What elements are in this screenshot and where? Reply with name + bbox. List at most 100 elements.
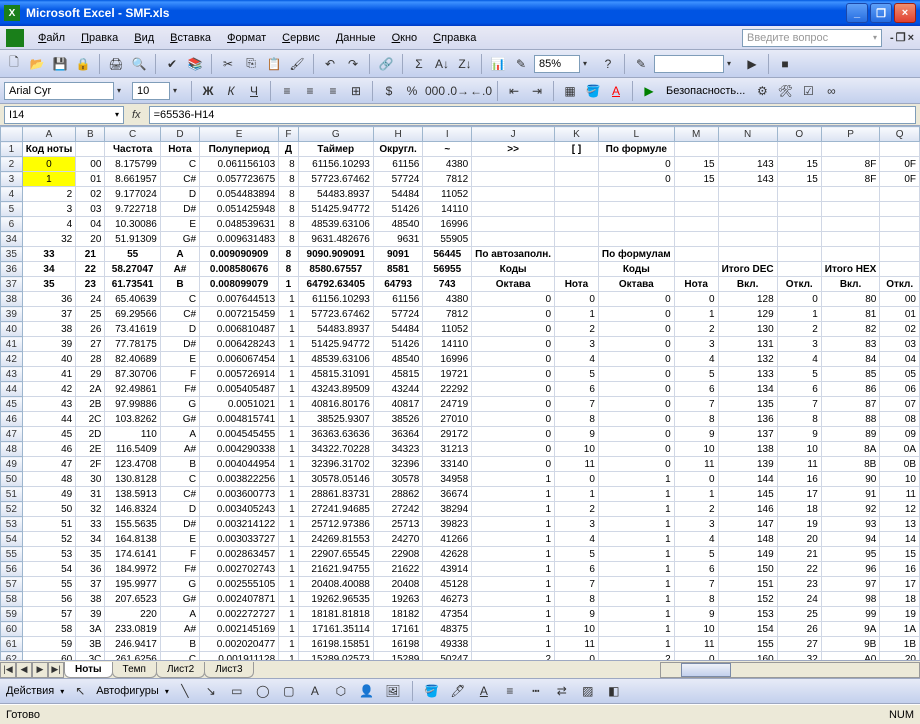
cell[interactable]: 0.061156103: [200, 157, 279, 172]
cell[interactable]: 8: [279, 172, 299, 187]
cell[interactable]: 5: [555, 367, 599, 382]
cell[interactable]: 9: [674, 427, 718, 442]
cell[interactable]: G#: [160, 232, 199, 247]
macro-input[interactable]: [654, 55, 724, 73]
rectangle-icon[interactable]: ▭: [227, 681, 247, 701]
cell[interactable]: 0: [598, 322, 674, 337]
cell[interactable]: 0.054483894: [200, 187, 279, 202]
cell[interactable]: [555, 247, 599, 262]
cell[interactable]: [598, 232, 674, 247]
cell[interactable]: 1: [674, 307, 718, 322]
align-center-icon[interactable]: ≡: [300, 81, 320, 101]
cell[interactable]: 35: [22, 277, 76, 292]
cell[interactable]: 20408.40088: [298, 577, 373, 592]
cell[interactable]: 61156.10293: [298, 292, 373, 307]
cell[interactable]: 25: [76, 307, 105, 322]
cell[interactable]: 2: [22, 187, 76, 202]
cell[interactable]: 16198.15851: [298, 637, 373, 652]
cell[interactable]: 4: [777, 352, 821, 367]
cell[interactable]: 131: [718, 337, 777, 352]
cell[interactable]: [555, 202, 599, 217]
cell[interactable]: 51: [22, 517, 76, 532]
sheet-tab-ноты[interactable]: Ноты: [64, 662, 113, 678]
row-header-2[interactable]: 2: [1, 157, 23, 172]
cell[interactable]: [555, 217, 599, 232]
col-header-C[interactable]: C: [105, 127, 160, 142]
cell[interactable]: 10: [674, 442, 718, 457]
cell[interactable]: 9B: [821, 637, 880, 652]
cell[interactable]: 129: [718, 307, 777, 322]
cell[interactable]: Таймер: [298, 142, 373, 157]
font-name-input[interactable]: [4, 82, 114, 100]
cell[interactable]: 0: [598, 157, 674, 172]
cell[interactable]: 1: [472, 487, 555, 502]
cell[interactable]: [472, 157, 555, 172]
col-header-L[interactable]: L: [598, 127, 674, 142]
cell[interactable]: 57723.67462: [298, 172, 373, 187]
row-header-5[interactable]: 5: [1, 202, 23, 217]
cell[interactable]: [777, 247, 821, 262]
wordart-icon[interactable]: A: [305, 681, 325, 701]
cell[interactable]: [76, 142, 105, 157]
cell[interactable]: 38294: [423, 502, 472, 517]
cell[interactable]: 0.004545455: [200, 427, 279, 442]
cell[interactable]: 43243.89509: [298, 382, 373, 397]
cell[interactable]: 0: [472, 322, 555, 337]
cell[interactable]: C: [160, 292, 199, 307]
cell[interactable]: E: [160, 352, 199, 367]
cell[interactable]: 1: [598, 577, 674, 592]
cell[interactable]: 04: [880, 352, 920, 367]
dropdown-icon[interactable]: ▾: [165, 687, 169, 696]
cell[interactable]: 14110: [423, 202, 472, 217]
cell[interactable]: 1: [279, 607, 299, 622]
cell[interactable]: 143: [718, 157, 777, 172]
cell[interactable]: 77.78175: [105, 337, 160, 352]
dropdown-icon[interactable]: ▾: [60, 687, 64, 696]
size-dropdown-icon[interactable]: ▾: [173, 86, 185, 95]
cell[interactable]: 8F: [821, 172, 880, 187]
cell[interactable]: 0: [472, 352, 555, 367]
cell[interactable]: 9A: [821, 622, 880, 637]
cell[interactable]: 04: [76, 217, 105, 232]
cell[interactable]: [821, 232, 880, 247]
cell[interactable]: A: [160, 427, 199, 442]
cell[interactable]: 0F: [880, 157, 920, 172]
cell[interactable]: 15: [674, 157, 718, 172]
cell[interactable]: 08: [880, 412, 920, 427]
cell[interactable]: 29172: [423, 427, 472, 442]
cell[interactable]: [674, 232, 718, 247]
cell[interactable]: 43244: [373, 382, 423, 397]
cell[interactable]: 97.99886: [105, 397, 160, 412]
col-header-E[interactable]: E: [200, 127, 279, 142]
cell[interactable]: 0: [598, 382, 674, 397]
cell[interactable]: 135: [718, 397, 777, 412]
cell[interactable]: 1A: [880, 622, 920, 637]
sheet-tab-темп[interactable]: Темп: [112, 662, 157, 678]
decrease-decimal-icon[interactable]: ←.0: [471, 81, 491, 101]
cell[interactable]: 0.002145169: [200, 622, 279, 637]
cell[interactable]: [880, 232, 920, 247]
row-header-35[interactable]: 35: [1, 247, 23, 262]
cell[interactable]: [777, 187, 821, 202]
cell[interactable]: 132: [718, 352, 777, 367]
cell[interactable]: 0: [598, 442, 674, 457]
cell[interactable]: 1: [279, 577, 299, 592]
cell[interactable]: 2: [674, 502, 718, 517]
cell[interactable]: 0: [598, 337, 674, 352]
italic-icon[interactable]: К: [221, 81, 241, 101]
formula-input[interactable]: =65536-H14: [149, 106, 916, 124]
cell[interactable]: 151: [718, 577, 777, 592]
cell[interactable]: 8581: [373, 262, 423, 277]
cell[interactable]: C#: [160, 172, 199, 187]
cell[interactable]: 1: [598, 472, 674, 487]
arrow-icon[interactable]: ↘: [201, 681, 221, 701]
cell[interactable]: D: [160, 187, 199, 202]
cell[interactable]: 6: [555, 382, 599, 397]
cell[interactable]: Нота: [674, 277, 718, 292]
cell[interactable]: 0.004290338: [200, 442, 279, 457]
cell[interactable]: 1: [472, 577, 555, 592]
cell[interactable]: 33: [22, 247, 76, 262]
menu-справка[interactable]: Справка: [425, 29, 484, 47]
cell[interactable]: 9.722718: [105, 202, 160, 217]
cell[interactable]: 8: [279, 247, 299, 262]
